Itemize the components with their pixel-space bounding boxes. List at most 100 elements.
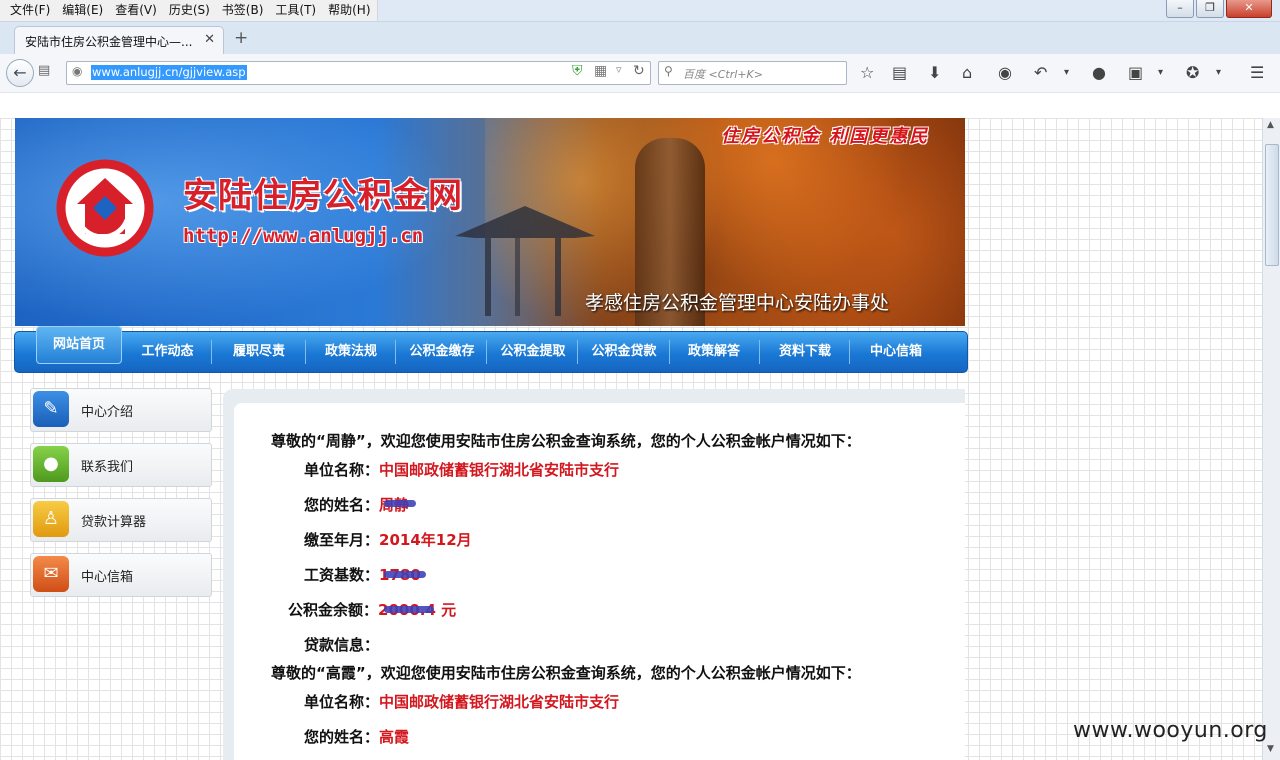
main-nav: 网站首页 工作动态 履职尽责 政策法规 公积金缴存 公积金提取 公积金贷款 政策… xyxy=(14,326,968,373)
nav-bar: ← ▤ ◉ www.anlugjj.cn/gjjview.asp ⛨ ▦ ▿ ↻… xyxy=(0,54,1280,93)
minimize-icon[interactable]: – xyxy=(1166,0,1194,18)
close-window-icon[interactable]: ✕ xyxy=(1226,0,1272,18)
employer-row-1: 单位名称：中国邮政储蓄银行湖北省安陆市支行 xyxy=(304,459,619,480)
hamburger-menu-icon[interactable]: ☰ xyxy=(1250,63,1264,82)
nav-divider xyxy=(849,340,850,364)
sidebar-item-label: 联系我们 xyxy=(81,460,134,475)
nav-policies[interactable]: 政策法规 xyxy=(311,332,391,372)
search-input[interactable]: ⚲ 百度 <Ctrl+K> xyxy=(658,61,847,85)
chevron-down-icon[interactable]: ▿ xyxy=(616,63,622,76)
browser-tab[interactable]: 安陆市住房公积金管理中心—... ✕ xyxy=(14,26,224,55)
nav-divider xyxy=(486,340,487,364)
pavilion-graphic xyxy=(455,206,595,316)
employer-label: 单位名称： xyxy=(304,461,380,479)
scroll-down-icon[interactable]: ▼ xyxy=(1267,744,1274,754)
name-label: 您的姓名： xyxy=(304,496,380,514)
back-button[interactable]: ← xyxy=(6,59,34,87)
nav-work-news[interactable]: 工作动态 xyxy=(130,332,205,372)
nav-divider xyxy=(211,340,212,364)
undo-menu-icon[interactable]: ▾ xyxy=(1064,67,1069,78)
mail-icon: ✉ xyxy=(33,556,69,592)
housing-fund-logo xyxy=(56,159,154,257)
reload-icon[interactable]: ↻ xyxy=(633,63,645,79)
employer-value: 中国邮政储蓄银行湖北省安陆市支行 xyxy=(379,693,620,711)
sidebar-item-label: 中心介绍 xyxy=(81,405,134,420)
walker-icon: ♙ xyxy=(33,501,69,537)
maximize-icon[interactable]: ❐ xyxy=(1196,0,1224,18)
employer-label: 单位名称： xyxy=(304,693,380,711)
employer-value: 中国邮政储蓄银行湖北省安陆市支行 xyxy=(379,461,620,479)
menu-edit[interactable]: 编辑(E) xyxy=(56,0,109,21)
nav-divider xyxy=(395,340,396,364)
employer-row-2: 单位名称：中国邮政储蓄银行湖北省安陆市支行 xyxy=(304,691,619,712)
window-controls: – ❐ ✕ xyxy=(1164,0,1272,18)
salary-label: 工资基数： xyxy=(304,566,380,584)
nav-mailbox[interactable]: 中心信箱 xyxy=(853,332,939,372)
name-label: 您的姓名： xyxy=(304,728,380,746)
crop-icon[interactable]: ▣ xyxy=(1128,63,1143,82)
reading-list-icon[interactable]: ▤ xyxy=(892,63,907,82)
search-icon: ⚲ xyxy=(664,64,673,78)
nav-loan[interactable]: 公积金贷款 xyxy=(581,332,667,372)
page-info-icon[interactable]: ▤ xyxy=(38,63,50,78)
greeting-1: 尊敬的“周静”，欢迎您使用安陆市住房公积金查询系统，您的个人公积金帐户情况如下： xyxy=(271,432,861,450)
sidebar-item-label: 中心信箱 xyxy=(81,570,134,585)
tab-bar: 安陆市住房公积金管理中心—... ✕ + xyxy=(0,22,1280,55)
nav-downloads[interactable]: 资料下载 xyxy=(763,332,847,372)
menu-history[interactable]: 历史(S) xyxy=(163,0,216,21)
download-icon[interactable]: ⬇ xyxy=(928,63,941,82)
sidebar-item-label: 贷款计算器 xyxy=(81,515,147,530)
menu-help[interactable]: 帮助(H) xyxy=(322,0,376,21)
loan-label: 贷款信息： xyxy=(304,636,380,654)
menu-file[interactable]: 文件(F) xyxy=(4,0,56,21)
undo-icon[interactable]: ↶ xyxy=(1034,63,1047,82)
sidebar-item-mailbox[interactable]: ✉ 中心信箱 xyxy=(30,553,212,597)
home-icon[interactable]: ⌂ xyxy=(962,63,972,82)
nav-divider xyxy=(305,340,306,364)
greeting-2: 尊敬的“高霞”，欢迎您使用安陆市住房公积金查询系统，您的个人公积金帐户情况如下： xyxy=(271,664,861,682)
balance-label: 公积金余额： xyxy=(288,601,379,619)
nav-duties[interactable]: 履职尽责 xyxy=(219,332,299,372)
sidebar-item-contact[interactable]: ● 联系我们 xyxy=(30,443,212,487)
menu-tools[interactable]: 工具(T) xyxy=(269,0,322,21)
nav-faq[interactable]: 政策解答 xyxy=(673,332,755,372)
paid-to-value: 2014年12月 xyxy=(379,531,472,549)
new-tab-icon[interactable]: + xyxy=(234,28,248,48)
banner-url: http://www.anlugjj.cn xyxy=(183,225,424,247)
url-text[interactable]: www.anlugjj.cn/gjjview.asp xyxy=(91,65,247,80)
redaction-mark xyxy=(384,571,426,578)
shield-icon[interactable]: ⛨ xyxy=(572,63,583,79)
menu-bookmarks[interactable]: 书签(B) xyxy=(216,0,270,21)
sidebar-item-loan-calculator[interactable]: ♙ 贷款计算器 xyxy=(30,498,212,542)
extension-icon[interactable]: ✪ xyxy=(1186,63,1199,82)
crop-menu-icon[interactable]: ▾ xyxy=(1158,67,1163,78)
address-bar[interactable]: ◉ www.anlugjj.cn/gjjview.asp ⛨ ▦ ▿ ↻ xyxy=(66,61,651,85)
qr-code-icon[interactable]: ▦ xyxy=(594,63,607,79)
close-tab-icon[interactable]: ✕ xyxy=(204,32,215,47)
name-row-2: 您的姓名：高霞 xyxy=(304,726,409,747)
nav-divider xyxy=(669,340,670,364)
scroll-thumb[interactable] xyxy=(1265,144,1279,266)
search-placeholder: 百度 <Ctrl+K> xyxy=(683,68,763,81)
watermark: www.wooyun.org xyxy=(1073,718,1268,743)
sidebar-item-center-intro[interactable]: ✎ 中心介绍 xyxy=(30,388,212,432)
nav-divider xyxy=(577,340,578,364)
tab-title: 安陆市住房公积金管理中心—... xyxy=(25,35,193,49)
loan-row-1: 贷款信息： xyxy=(304,634,379,655)
pen-icon: ✎ xyxy=(33,391,69,427)
nav-home[interactable]: 网站首页 xyxy=(36,326,122,364)
bookmark-star-icon[interactable]: ☆ xyxy=(860,63,874,82)
scroll-up-icon[interactable]: ▲ xyxy=(1267,120,1274,130)
comment-icon[interactable]: ● xyxy=(1092,63,1106,82)
banner-slogan: 住房公积金 利国更惠民 xyxy=(721,126,930,147)
name-value: 高霞 xyxy=(379,728,410,746)
page-scrollbar[interactable]: ▲ ▼ xyxy=(1262,118,1280,760)
extension-menu-icon[interactable]: ▾ xyxy=(1216,67,1221,78)
chat-icon[interactable]: ◉ xyxy=(998,63,1012,82)
menu-view[interactable]: 查看(V) xyxy=(109,0,163,21)
nav-divider xyxy=(759,340,760,364)
nav-withdrawal[interactable]: 公积金提取 xyxy=(490,332,576,372)
redaction-mark xyxy=(384,500,416,507)
paid-to-label: 缴至年月： xyxy=(304,531,380,549)
nav-deposit[interactable]: 公积金缴存 xyxy=(399,332,485,372)
